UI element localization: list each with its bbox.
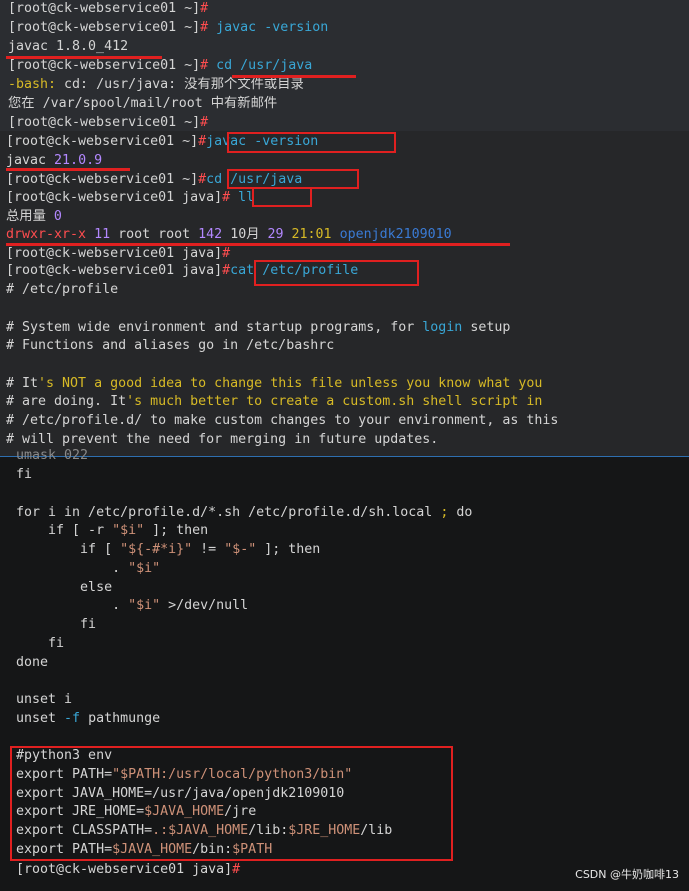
highlight-box [254, 260, 419, 286]
output-line: javac 1.8.0_412 [8, 39, 129, 54]
output-line: 您在 /var/spool/mail/root 中有新邮件 [8, 96, 278, 111]
command-line: [root@ck-webservice01 java]# ll [6, 190, 255, 205]
file-line: . "$i" [0, 561, 161, 576]
highlight-underline [6, 56, 162, 59]
file-line: done [0, 655, 49, 670]
file-line: fi [0, 617, 97, 632]
file-line: # It's NOT a good idea to change this fi… [6, 376, 543, 391]
file-line: # /etc/profile [6, 282, 119, 297]
file-line: if [ -r "$i" ]; then [0, 523, 209, 538]
output-line: 总用量 0 [6, 209, 62, 224]
file-line: . "$i" >/dev/null [0, 598, 249, 613]
watermark: CSDN @牛奶咖啡13 [575, 868, 679, 881]
command-line: [root@ck-webservice01 ~]# javac -version [8, 20, 329, 35]
prompt-line: [root@ck-webservice01 java]# [0, 862, 241, 877]
file-line: umask 022 [0, 448, 89, 463]
file-line: for i in /etc/profile.d/*.sh /etc/profil… [0, 505, 473, 520]
prompt-line: [root@ck-webservice01 ~]# [8, 1, 209, 16]
highlight-underline [6, 243, 510, 246]
file-line: # are doing. It's much better to create … [6, 394, 543, 409]
terminal-pane-2[interactable]: [root@ck-webservice01 ~]#javac -version … [0, 131, 689, 456]
highlight-box [252, 187, 312, 207]
terminal-pane-1[interactable]: [root@ck-webservice01 ~]# [root@ck-webse… [0, 0, 689, 132]
file-line: else [0, 580, 113, 595]
command-line: [root@ck-webservice01 ~]# cd /usr/java [8, 58, 313, 73]
file-line: # System wide environment and startup pr… [6, 320, 511, 335]
error-line: -bash: cd: /usr/java: 没有那个文件或目录 [8, 77, 304, 92]
file-line: unset i [0, 692, 73, 707]
terminal-pane-3[interactable]: umask 022 fi for i in /etc/profile.d/*.s… [0, 448, 689, 891]
highlight-box [227, 169, 359, 189]
file-line: # /etc/profile.d/ to make custom changes… [6, 413, 559, 428]
file-line: fi [0, 467, 33, 482]
highlight-box [227, 132, 396, 153]
highlight-underline [6, 168, 130, 171]
file-line: if [ "${-#*i}" != "$-" ]; then [0, 542, 321, 557]
file-line: fi [0, 636, 65, 651]
file-line: unset -f pathmunge [0, 711, 161, 726]
file-line: # Functions and aliases go in /etc/bashr… [6, 338, 335, 353]
highlight-box [10, 746, 453, 861]
highlight-underline [232, 75, 356, 78]
